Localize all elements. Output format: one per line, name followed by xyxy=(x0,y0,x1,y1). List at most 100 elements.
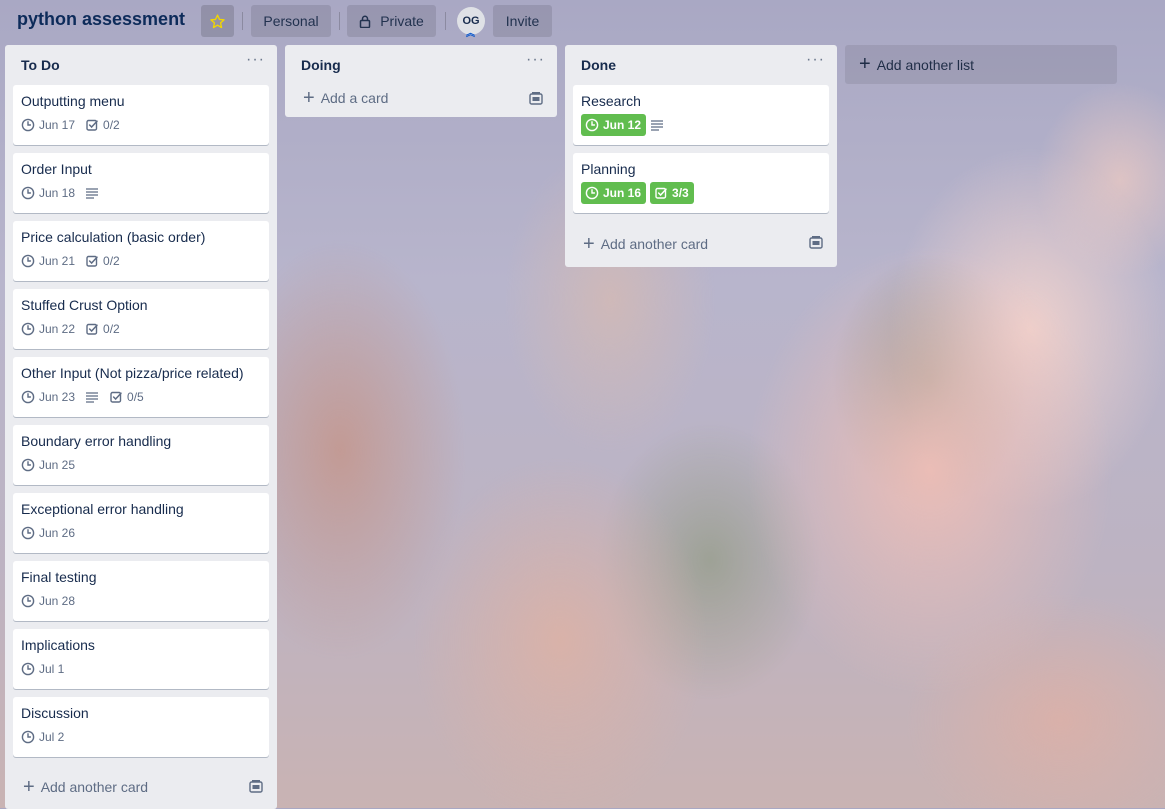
clock-icon xyxy=(21,186,35,200)
add-card-button[interactable]: + Add another card xyxy=(583,234,708,254)
checklist-icon xyxy=(86,255,98,267)
list-footer: + Add another card xyxy=(565,221,837,267)
visibility-button[interactable]: Private xyxy=(347,5,436,37)
card-badges: Jul 2 xyxy=(21,725,261,749)
due-date-badge[interactable]: Jul 1 xyxy=(21,658,64,680)
due-date-badge[interactable]: Jun 22 xyxy=(21,318,75,340)
due-date-text: Jun 26 xyxy=(39,526,76,540)
star-icon xyxy=(210,13,225,28)
list-header: To Do ··· xyxy=(5,45,277,85)
team-button[interactable]: Personal xyxy=(251,5,331,37)
due-date-badge[interactable]: Jun 26 xyxy=(21,522,75,544)
card[interactable]: Exceptional error handling Jun 26 xyxy=(13,493,269,553)
card-title: Research xyxy=(581,93,641,109)
clock-icon xyxy=(21,526,35,540)
card-title: Price calculation (basic order) xyxy=(21,229,206,245)
invite-button[interactable]: Invite xyxy=(493,5,552,37)
due-date-badge[interactable]: Jun 23 xyxy=(21,386,75,408)
checklist-count: 0/2 xyxy=(103,254,120,268)
add-card-label: Add a card xyxy=(320,90,389,106)
add-card-button[interactable]: + Add another card xyxy=(23,777,148,797)
card[interactable]: Implications Jul 1 xyxy=(13,629,269,689)
due-date-badge[interactable]: Jun 28 xyxy=(21,590,75,612)
due-date-badge[interactable]: Jun 17 xyxy=(21,114,75,136)
card-badges: Jun 17 0/2 xyxy=(21,113,261,137)
team-label: Personal xyxy=(263,13,319,29)
plus-icon: + xyxy=(303,87,315,109)
member-avatar[interactable]: OG ︽ xyxy=(457,7,485,38)
card-badges: Jun 16 3/3 xyxy=(581,181,821,205)
invite-label: Invite xyxy=(505,13,540,29)
due-date-badge[interactable]: Jun 21 xyxy=(21,250,75,272)
due-date-text: Jun 16 xyxy=(603,186,642,200)
card[interactable]: Boundary error handling Jun 25 xyxy=(13,425,269,485)
description-icon xyxy=(86,392,99,403)
due-date-text: Jun 25 xyxy=(39,458,76,472)
due-date-text: Jun 21 xyxy=(39,254,76,268)
due-date-text: Jul 1 xyxy=(39,662,65,676)
card[interactable]: Final testing Jun 28 xyxy=(13,561,269,621)
card[interactable]: Price calculation (basic order) Jun 21 0/2 xyxy=(13,221,269,281)
description-badge xyxy=(85,391,99,403)
due-date-text: Jun 17 xyxy=(39,118,76,132)
card-badges: Jun 28 xyxy=(21,589,261,613)
card[interactable]: Stuffed Crust Option Jun 22 0/2 xyxy=(13,289,269,349)
header-divider xyxy=(445,12,446,30)
card-template-icon[interactable] xyxy=(249,779,263,793)
due-date-badge[interactable]: Jun 12 xyxy=(581,114,647,136)
list-title[interactable]: To Do xyxy=(21,57,60,73)
list-menu-button[interactable]: ··· xyxy=(246,51,265,69)
checklist-count: 0/5 xyxy=(127,390,144,404)
card-title: Discussion xyxy=(21,705,89,721)
due-date-text: Jun 22 xyxy=(39,322,76,336)
checklist-badge: 0/5 xyxy=(109,386,144,408)
lock-icon xyxy=(359,15,371,28)
add-card-button[interactable]: + Add a card xyxy=(303,88,388,108)
list-menu-button[interactable]: ··· xyxy=(806,51,825,69)
checklist-icon xyxy=(110,391,122,403)
clock-icon xyxy=(585,186,599,200)
due-date-badge[interactable]: Jul 2 xyxy=(21,726,64,748)
clock-icon xyxy=(21,662,35,676)
clock-icon xyxy=(21,118,35,132)
card[interactable]: Outputting menu Jun 17 0/2 xyxy=(13,85,269,145)
card[interactable]: Order Input Jun 18 xyxy=(13,153,269,213)
card-title: Other Input (Not pizza/price related) xyxy=(21,365,244,381)
card-title: Implications xyxy=(21,637,95,653)
checklist-count: 3/3 xyxy=(672,186,689,200)
due-date-badge[interactable]: Jun 18 xyxy=(21,182,75,204)
card[interactable]: Discussion Jul 2 xyxy=(13,697,269,757)
clock-icon xyxy=(585,118,599,132)
checklist-icon xyxy=(655,187,667,199)
list-footer: + Add a card xyxy=(285,79,557,117)
checklist-count: 0/2 xyxy=(103,118,120,132)
add-list-button[interactable]: + Add another list xyxy=(845,45,1117,84)
card-template-icon[interactable] xyxy=(529,91,543,105)
list-title[interactable]: Doing xyxy=(301,57,341,73)
checklist-badge: 3/3 xyxy=(650,182,694,204)
checklist-badge: 0/2 xyxy=(85,318,120,340)
due-date-badge[interactable]: Jun 16 xyxy=(581,182,647,204)
card-title: Outputting menu xyxy=(21,93,125,109)
star-button[interactable] xyxy=(201,5,234,37)
due-date-text: Jun 12 xyxy=(603,118,642,132)
checklist-icon xyxy=(86,323,98,335)
due-date-text: Jul 2 xyxy=(39,730,65,744)
list-menu-button[interactable]: ··· xyxy=(526,51,545,69)
description-badge xyxy=(85,187,99,199)
card-badges: Jun 26 xyxy=(21,521,261,545)
card-template-icon[interactable] xyxy=(809,235,823,249)
due-date-badge[interactable]: Jun 25 xyxy=(21,454,75,476)
board-header: python assessment Personal Private OG ︽ … xyxy=(0,0,1165,42)
card[interactable]: Research Jun 12 xyxy=(573,85,829,145)
checklist-badge: 0/2 xyxy=(85,114,120,136)
board-title[interactable]: python assessment xyxy=(17,9,185,30)
list-title[interactable]: Done xyxy=(581,57,616,73)
header-divider xyxy=(339,12,340,30)
add-card-label: Add another card xyxy=(600,236,709,252)
due-date-text: Jun 28 xyxy=(39,594,76,608)
card[interactable]: Other Input (Not pizza/price related) Jun… xyxy=(13,357,269,417)
plus-icon: + xyxy=(859,53,871,75)
card[interactable]: Planning Jun 16 3/3 xyxy=(573,153,829,213)
list-footer: + Add another card xyxy=(5,765,277,809)
